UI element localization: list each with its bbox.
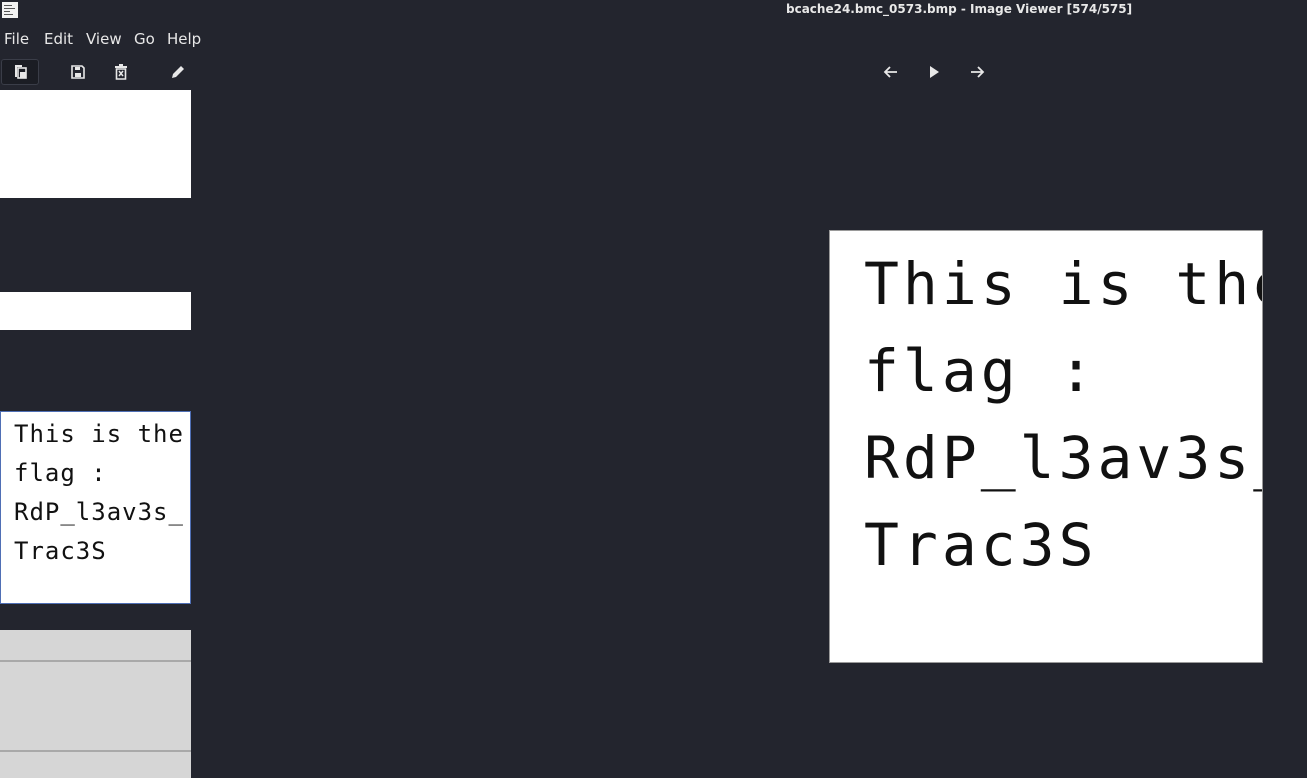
- delete-icon: [115, 64, 127, 80]
- open-file-button[interactable]: [1, 59, 39, 85]
- save-button[interactable]: [59, 59, 97, 85]
- image-canvas[interactable]: This is the flag : RdP_l3av3s_ Trac3S: [830, 231, 1262, 662]
- play-icon: [930, 66, 939, 78]
- thumbnail-text-line: This is the: [14, 420, 184, 448]
- app-icon: [2, 2, 18, 18]
- edit-button[interactable]: [159, 59, 197, 85]
- next-button[interactable]: [958, 59, 996, 85]
- thumbnail-list[interactable]: This is the flag : RdP_l3av3s_ Trac3S: [0, 90, 191, 778]
- thumbnail-item[interactable]: [0, 90, 191, 198]
- open-file-icon: [15, 65, 27, 79]
- title-bar: bcache24.bmc_0573.bmp - Image Viewer [57…: [0, 0, 1307, 20]
- image-text-line: This is the: [864, 250, 1262, 318]
- thumbnail-item[interactable]: [0, 630, 191, 778]
- thumbnail-text-line: flag :: [14, 459, 107, 487]
- slideshow-button[interactable]: [915, 59, 953, 85]
- image-content: This is the flag : RdP_l3av3s_ Trac3S: [864, 241, 1262, 589]
- thumbnail-text-line: RdP_l3av3s_: [14, 498, 184, 526]
- menu-go[interactable]: Go: [134, 30, 155, 48]
- menu-file[interactable]: File: [4, 30, 29, 48]
- image-text-line: flag :: [864, 337, 1098, 405]
- menu-view[interactable]: View: [86, 30, 122, 48]
- divider: [0, 660, 191, 662]
- divider: [0, 750, 191, 752]
- thumbnail-item[interactable]: [0, 292, 191, 330]
- delete-button[interactable]: [102, 59, 140, 85]
- thumbnail-text-line: Trac3S: [14, 537, 107, 565]
- edit-pencil-icon: [172, 66, 184, 78]
- image-text-line: RdP_l3av3s_: [864, 424, 1262, 492]
- save-icon: [71, 65, 85, 79]
- arrow-left-icon: [883, 66, 897, 78]
- menu-help[interactable]: Help: [167, 30, 201, 48]
- thumbnail-item-selected[interactable]: This is the flag : RdP_l3av3s_ Trac3S: [0, 411, 191, 604]
- arrow-right-icon: [971, 66, 985, 78]
- image-text-line: Trac3S: [864, 511, 1098, 579]
- window-title: bcache24.bmc_0573.bmp - Image Viewer [57…: [786, 2, 1133, 16]
- previous-button[interactable]: [872, 59, 910, 85]
- menu-edit[interactable]: Edit: [44, 30, 73, 48]
